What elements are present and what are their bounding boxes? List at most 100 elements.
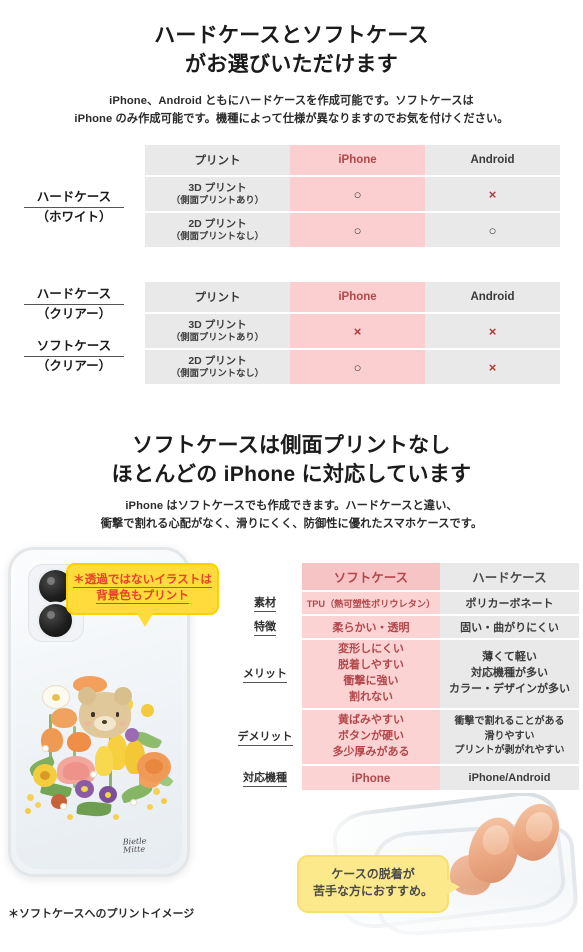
comparison-row3-soft-l2: ボタンが硬い [338,730,404,743]
comparison-row2-soft-l3: 衝撃に強い [343,675,399,687]
bubble-tail-icon [136,611,154,627]
table-row: メリット 変形しにくい 脱着しやすい 衝撃に強い 割れない 薄くて軽い 対応機種… [234,640,579,708]
comparison-row3-label: デメリット [234,710,302,764]
table1-row0-name: 3D プリント [188,181,247,194]
table2-row0-note: （側面プリントあり） [171,331,264,342]
table2-row1-android: × [425,350,560,384]
comparison-row4-soft: iPhone [302,766,440,790]
product-info-page: ハードケースとソフトケース がお選びいただけます iPhone、Android … [0,0,583,952]
comparison-header-hard: ハードケース [440,563,579,590]
table1-side-label-main: ハードケース [24,188,124,209]
table1-row0-android: × [425,177,560,211]
comparison-row2-hard: 薄くて軽い 対応機種が多い カラー・デザインが多い [440,640,579,708]
comparison-row3-soft-l3: 多少厚みがある [332,745,410,758]
table1-row1-note: （側面プリントなし） [171,230,264,241]
callout-top-line1: ＊透過ではないイラストは [73,573,212,588]
table1: プリント iPhone Android 3D プリント （側面プリントあり） ○… [145,143,560,249]
table2-row0-name: 3D プリント [188,318,247,331]
clear-case-compat-table: プリント iPhone Android 3D プリント （側面プリントあり） ×… [145,280,560,386]
comparison-row4-label: 対応機種 [234,766,302,790]
comparison-row3-soft-l1: 黄ばみやすい [338,714,404,727]
comparison-row2-soft: 変形しにくい 脱着しやすい 衝撃に強い 割れない [302,640,440,708]
table2-row0-label: 3D プリント （側面プリントあり） [145,314,290,348]
table2-side-label-hard: ハードケース （クリアー） [8,285,140,323]
table1-row1-name: 2D プリント [188,217,247,230]
table-row: 2D プリント （側面プリントなし） ○ × [145,350,560,384]
table2-side-label-soft: ソフトケース （クリアー） [8,337,140,375]
comparison-row1-soft: 柔らかい・透明 [302,616,440,638]
table-row: 素材 TPU（熱可塑性ポリウレタン） ポリカーボネート [234,592,579,614]
table2-header-row: プリント iPhone Android [145,282,560,312]
comparison-row2-soft-l4: 割れない [349,690,393,703]
table1-row0-note: （側面プリントあり） [171,194,264,205]
comparison-row2-hard-l2: 対応機種が多い [471,667,548,680]
section1-heading-line2: がお選びいただけます [185,52,398,76]
section2-lead-line1: iPhone はソフトケースでも作成できます。ハードケースと違い、 [125,500,458,512]
section1-lead: iPhone、Android ともにハードケースを作成可能です。ソフトケースは … [0,92,583,128]
section1-heading: ハードケースとソフトケース がお選びいただけます [0,22,583,80]
comparison-row1-label: 特徴 [234,616,302,638]
callout-bubble-recommend: ケースの脱着が 苦手な方におすすめ。 [297,855,460,913]
comparison-row3-soft: 黄ばみやすい ボタンが硬い 多少厚みがある [302,710,440,764]
comparison-header-soft: ソフトケース [302,563,440,590]
callout-bottom-line2: 苦手な方におすすめ。 [312,884,433,899]
comparison-row2-hard-l3: カラー・デザインが多い [449,682,570,695]
brand-line2: Mitte [122,844,146,855]
callout-bottom-line1: ケースの脱着が [331,867,415,881]
soft-vs-hard-comparison: ソフトケース ハードケース 素材 TPU（熱可塑性ポリウレタン） ポリカーボネー… [234,561,579,792]
table1-side-label-sub: （ホワイト） [36,210,112,225]
callout-top-line2: 背景色もプリント [96,589,189,604]
table2: プリント iPhone Android 3D プリント （側面プリントあり） ×… [145,280,560,386]
table2-row1-label: 2D プリント （側面プリントなし） [145,350,290,384]
table2-side-label-main-2: ソフトケース [24,337,124,358]
section2-lead: iPhone はソフトケースでも作成できます。ハードケースと違い、 衝撃で割れる… [0,497,583,533]
comparison-row2-soft-l1: 変形しにくい [338,643,404,656]
table2-side-label-sub-2: （クリアー） [36,359,112,374]
comparison-row0-label: 素材 [234,592,302,614]
comparison-row3-hard: 衝撃で割れることがある 滑りやすい プリントが剥がれやすい [440,710,579,764]
hard-white-compat-table: プリント iPhone Android 3D プリント （側面プリントあり） ○… [145,143,560,249]
table1-row0-iphone: ○ [290,177,425,211]
comparison-row3-hard-l2: 滑りやすい [484,730,535,742]
section1-lead-line1: iPhone、Android ともにハードケースを作成可能です。ソフトケースは [109,95,474,107]
comparison-row3-hard-l1: 衝撃で割れることがある [454,716,565,728]
table2-row1-note: （側面プリントなし） [171,367,264,378]
table1-row1-label: 2D プリント （側面プリントなし） [145,213,290,247]
table1-header-android: Android [425,145,560,175]
section2-heading: ソフトケースは側面プリントなし ほとんどの iPhone に対応しています [0,432,583,490]
table1-side-label: ハードケース （ホワイト） [8,188,140,226]
footnote: ＊ソフトケースへのプリントイメージ [8,908,195,920]
table1-header-print: プリント [145,145,290,175]
comparison-row2-soft-l2: 脱着しやすい [338,659,404,672]
table1-row0-label: 3D プリント （側面プリントあり） [145,177,290,211]
bear-illustration [78,687,132,738]
comparison-row2-label: メリット [234,640,302,708]
table2-row1-iphone: ○ [290,350,425,384]
comparison-row2-hard-l1: 薄くて軽い [482,651,537,664]
comparison-row4-hard: iPhone/Android [440,766,579,790]
table-row: 対応機種 iPhone iPhone/Android [234,766,579,790]
table2-row0-iphone: × [290,314,425,348]
table1-header-iphone: iPhone [290,145,425,175]
comparison-table: ソフトケース ハードケース 素材 TPU（熱可塑性ポリウレタン） ポリカーボネー… [234,561,579,792]
section1-lead-line2: iPhone のみ作成可能です。機種によって仕様が異なりますのでお気を付けくださ… [74,113,509,126]
floral-bear-illustration [21,668,185,833]
comparison-row0-hard: ポリカーボネート [440,592,579,614]
callout-bubble-print-note: ＊透過ではないイラストは 背景色もプリント [66,563,219,627]
comparison-row1-hard: 固い・曲がりにくい [440,616,579,638]
table1-row1-iphone: ○ [290,213,425,247]
bubble-tail-icon [446,879,460,895]
comparison-row0-soft: TPU（熱可塑性ポリウレタン） [302,592,440,614]
table2-row0-android: × [425,314,560,348]
brand-signature: Bietle Mitte [122,836,148,855]
comparison-header-row: ソフトケース ハードケース [234,563,579,590]
table-row: デメリット 黄ばみやすい ボタンが硬い 多少厚みがある 衝撃で割れることがある … [234,710,579,764]
table1-row1-android: ○ [425,213,560,247]
section2-heading-line1: ソフトケースは側面プリントなし [132,434,451,457]
section1-heading-line1: ハードケースとソフトケース [154,24,429,47]
section2-heading-line2: ほとんどの iPhone に対応しています [111,462,472,486]
table-row: 2D プリント （側面プリントなし） ○ ○ [145,213,560,247]
table2-row1-name: 2D プリント [188,354,247,367]
table1-header-row: プリント iPhone Android [145,145,560,175]
comparison-row3-hard-l3: プリントが剥がれやすい [454,745,565,757]
